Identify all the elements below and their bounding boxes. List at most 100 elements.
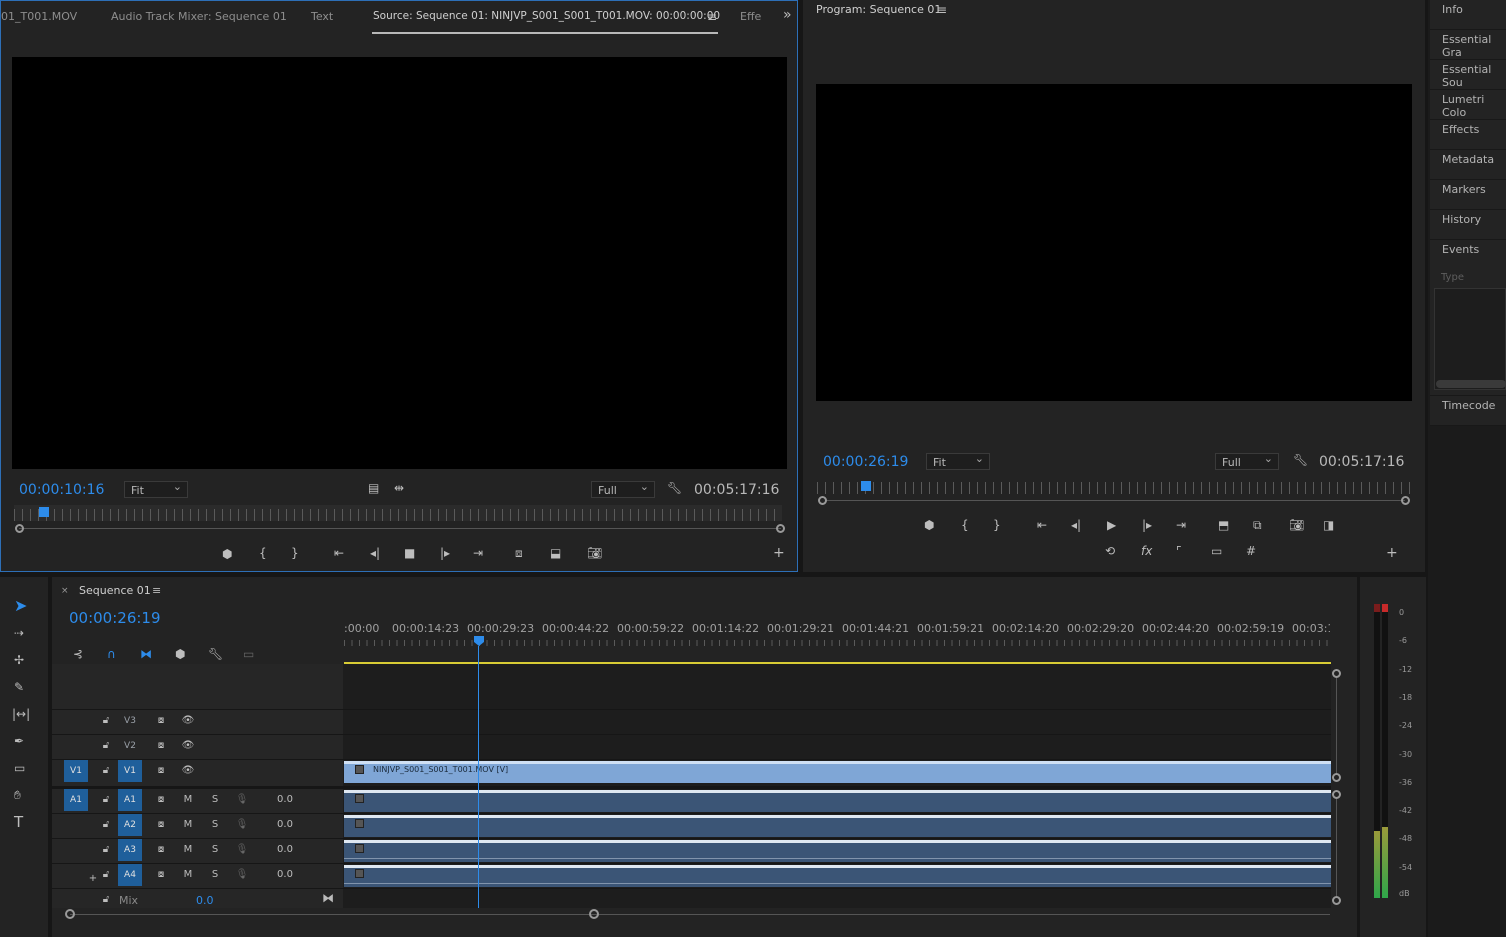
lock-icon[interactable]: 🔓︎ [99, 760, 113, 782]
timeline-add-marker-icon[interactable]: ⬢ [175, 647, 185, 661]
button-editor-icon[interactable]: + [773, 546, 785, 560]
program-step-forward-icon[interactable]: |▸ [1142, 518, 1152, 532]
mute-button[interactable]: M [181, 839, 195, 861]
sync-lock-icon[interactable]: ⧇ [154, 814, 168, 836]
lock-icon[interactable]: 🔓︎ [99, 889, 113, 911]
timeline-close-icon[interactable]: × [61, 586, 69, 596]
track-volume[interactable]: 0.0 [274, 789, 296, 811]
program-play-icon[interactable]: ▶ [1107, 518, 1116, 532]
source-patch-a1[interactable]: A1 [64, 789, 88, 811]
tab-audio-track-mixer[interactable]: Audio Track Mixer: Sequence 01 [111, 10, 287, 23]
track-target-v1[interactable]: V1 [118, 760, 142, 782]
microphone-icon[interactable]: 🎙︎ [235, 814, 249, 836]
track-volume[interactable]: 0.0 [274, 839, 296, 861]
events-scrollbar[interactable] [1436, 380, 1506, 388]
more-tabs-icon[interactable]: » [783, 8, 792, 22]
add-track-icon[interactable]: + [86, 868, 100, 890]
solo-button[interactable]: S [208, 789, 222, 811]
linked-selection-icon[interactable]: ⧓ [140, 647, 152, 661]
rectangle-tool-icon[interactable]: ▭ [14, 761, 25, 775]
panel-info[interactable]: Info [1430, 0, 1506, 30]
audio-clip-a3[interactable] [344, 840, 1331, 862]
sync-lock-icon[interactable]: ⧇ [154, 789, 168, 811]
sync-lock-icon[interactable]: ⧇ [154, 735, 168, 757]
overwrite-icon[interactable]: ⬓ [550, 546, 561, 560]
source-zoom-scrollbar[interactable] [19, 528, 781, 529]
extract-icon[interactable]: ⧉ [1253, 518, 1262, 532]
timeline-tab-title[interactable]: Sequence 01 [79, 584, 151, 597]
program-time-ruler[interactable] [817, 480, 1413, 494]
track-volume[interactable]: 0.0 [274, 814, 296, 836]
lock-icon[interactable]: 🔓︎ [99, 789, 113, 811]
microphone-icon[interactable]: 🎙︎ [235, 789, 249, 811]
mark-in-icon[interactable]: { [259, 546, 267, 560]
panel-lumetri-color[interactable]: Lumetri Colo [1430, 90, 1506, 120]
go-to-out-icon[interactable]: ⇥ [473, 546, 483, 560]
program-go-to-in-icon[interactable]: ⇤ [1037, 518, 1047, 532]
program-resolution-select[interactable]: Full [1215, 452, 1279, 470]
lock-icon[interactable]: 🔓︎ [99, 735, 113, 757]
audio-clip-a4[interactable] [344, 865, 1331, 887]
audio-clip-a2[interactable] [344, 815, 1331, 837]
panel-history[interactable]: History [1430, 210, 1506, 240]
type-tool-icon[interactable]: T [14, 815, 23, 830]
sync-lock-icon[interactable]: ⧇ [154, 710, 168, 732]
tab-source[interactable]: Source: Sequence 01: NINJVP_S001_S001_T0… [373, 10, 720, 22]
nest-toggle-icon[interactable]: ⊰ [73, 647, 83, 661]
source-resolution-select[interactable]: Full [591, 480, 655, 498]
audio-clip-a1[interactable] [344, 790, 1331, 812]
vertical-scroll-track[interactable] [1336, 799, 1337, 896]
panel-markers[interactable]: Markers [1430, 180, 1506, 210]
events-list[interactable] [1434, 288, 1506, 390]
tab-effects[interactable]: Effe [740, 10, 762, 23]
source-scroll-handle-right[interactable] [776, 524, 785, 533]
vertical-scroll-track[interactable] [1336, 678, 1337, 773]
mute-button[interactable]: M [181, 814, 195, 836]
wrench-icon[interactable]: 🔧︎ [667, 481, 682, 495]
step-back-icon[interactable]: ◂| [370, 546, 380, 560]
program-button-editor-icon[interactable]: + [1386, 546, 1398, 560]
lock-icon[interactable]: 🔓︎ [99, 839, 113, 861]
mute-button[interactable]: M [181, 789, 195, 811]
program-scroll-handle-right[interactable] [1401, 496, 1410, 505]
safe-margins-icon[interactable]: ⌜ [1176, 544, 1182, 558]
overlay-icon[interactable]: ▭ [1211, 544, 1222, 558]
lift-icon[interactable]: ⬒ [1218, 518, 1229, 532]
grid-icon[interactable]: # [1246, 544, 1256, 558]
sync-lock-icon[interactable]: ⧇ [154, 839, 168, 861]
export-frame-icon[interactable]: 📷︎ [587, 546, 602, 560]
program-scroll-handle-left[interactable] [818, 496, 827, 505]
program-add-marker-icon[interactable]: ⬢ [924, 518, 934, 532]
program-wrench-icon[interactable]: 🔧︎ [1293, 453, 1308, 467]
go-to-in-icon[interactable]: ⇤ [334, 546, 344, 560]
source-time-ruler[interactable] [14, 505, 782, 521]
panel-menu-icon[interactable]: ≡ [707, 10, 717, 24]
panel-timecode[interactable]: Timecode [1430, 396, 1506, 426]
lock-icon[interactable]: 🔓︎ [99, 710, 113, 732]
sync-lock-icon[interactable]: ⧇ [154, 864, 168, 886]
tab-text[interactable]: Text [311, 10, 333, 23]
solo-button[interactable]: S [208, 814, 222, 836]
insert-icon[interactable]: ⧈ [515, 546, 523, 560]
program-playhead[interactable] [861, 481, 872, 491]
panel-effects[interactable]: Effects [1430, 120, 1506, 150]
timeline-zoom-handle-left[interactable] [65, 909, 75, 919]
microphone-icon[interactable]: 🎙︎ [235, 864, 249, 886]
track-target-a2[interactable]: A2 [118, 814, 142, 836]
eye-icon[interactable]: 👁︎ [181, 735, 195, 757]
track-target-v2[interactable]: V2 [118, 735, 142, 757]
pen-tool-icon[interactable]: ✒︎ [14, 734, 24, 748]
program-step-back-icon[interactable]: ◂| [1071, 518, 1081, 532]
track-select-tool-icon[interactable]: ⇢ [14, 626, 24, 640]
program-mark-out-icon[interactable]: } [993, 518, 1001, 532]
lock-icon[interactable]: 🔓︎ [99, 864, 113, 886]
drag-audio-only-icon[interactable]: ⇹ [394, 481, 404, 495]
timeline-zoom-scrollbar[interactable] [70, 914, 1330, 915]
program-panel-title[interactable]: Program: Sequence 01 [816, 3, 941, 16]
program-zoom-scrollbar[interactable] [825, 500, 1405, 501]
source-patch-v1[interactable]: V1 [64, 760, 88, 782]
comparison-view-icon[interactable]: ◨ [1323, 518, 1334, 532]
video-clip[interactable]: NINJVP_S001_S001_T001.MOV [V] [344, 761, 1331, 783]
ripple-edit-tool-icon[interactable]: ✢ [14, 653, 24, 667]
track-target-v3[interactable]: V3 [118, 710, 142, 732]
